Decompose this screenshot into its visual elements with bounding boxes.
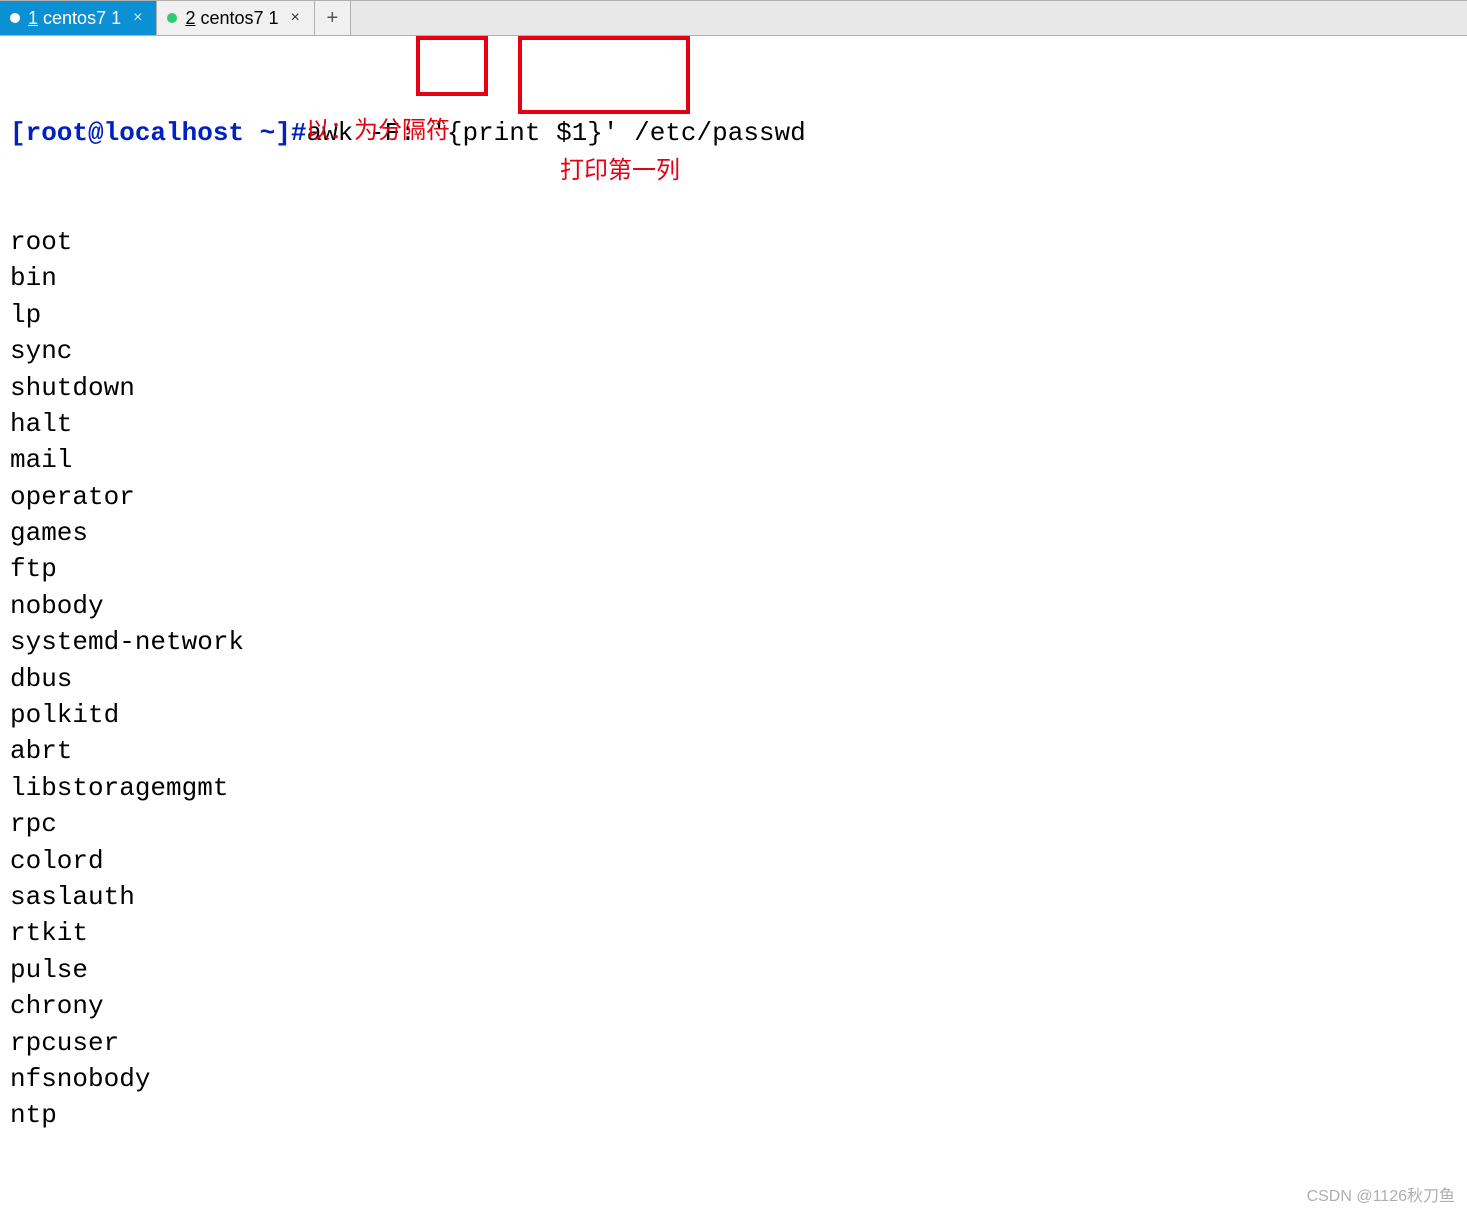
output-line: nobody	[10, 588, 1457, 624]
output-line: shutdown	[10, 370, 1457, 406]
status-dot-icon	[167, 13, 177, 23]
shell-prompt: [root@localhost ~]#	[10, 118, 306, 148]
output-line: sync	[10, 333, 1457, 369]
output-line: rtkit	[10, 915, 1457, 951]
output-line: mail	[10, 442, 1457, 478]
output-line: halt	[10, 406, 1457, 442]
terminal-viewport[interactable]: [root@localhost ~]#awk -F: '{print $1}' …	[0, 36, 1467, 1176]
tab-bar: 1 centos7 1 × 2 centos7 1 × +	[0, 0, 1467, 36]
output-line: root	[10, 224, 1457, 260]
watermark: CSDN @1126秋刀鱼	[1307, 1182, 1455, 1206]
tab-inactive[interactable]: 2 centos7 1 ×	[157, 1, 314, 35]
add-tab-button[interactable]: +	[315, 1, 351, 35]
output-line: colord	[10, 843, 1457, 879]
output-line: dbus	[10, 661, 1457, 697]
close-icon[interactable]: ×	[129, 9, 146, 27]
output-line: ftp	[10, 551, 1457, 587]
output-line: bin	[10, 260, 1457, 296]
output-line: abrt	[10, 733, 1457, 769]
status-dot-icon	[10, 13, 20, 23]
shell-command: awk -F: '{print $1}' /etc/passwd	[306, 118, 805, 148]
output-line: lp	[10, 297, 1457, 333]
command-line: [root@localhost ~]#awk -F: '{print $1}' …	[10, 115, 1457, 151]
tab-label: 2 centos7 1	[185, 8, 278, 29]
output-line: pulse	[10, 952, 1457, 988]
output-line: polkitd	[10, 697, 1457, 733]
output-line: operator	[10, 479, 1457, 515]
output-line: systemd-network	[10, 624, 1457, 660]
output-line: libstoragemgmt	[10, 770, 1457, 806]
output-line: chrony	[10, 988, 1457, 1024]
output-line: ntp	[10, 1097, 1457, 1133]
output-line: rpc	[10, 806, 1457, 842]
output-line: games	[10, 515, 1457, 551]
close-icon[interactable]: ×	[287, 9, 304, 27]
tab-label: 1 centos7 1	[28, 8, 121, 29]
terminal-output: rootbinlpsyncshutdownhaltmailoperatorgam…	[10, 224, 1457, 1134]
tab-active[interactable]: 1 centos7 1 ×	[0, 1, 157, 35]
output-line: saslauth	[10, 879, 1457, 915]
output-line: rpcuser	[10, 1025, 1457, 1061]
output-line: nfsnobody	[10, 1061, 1457, 1097]
